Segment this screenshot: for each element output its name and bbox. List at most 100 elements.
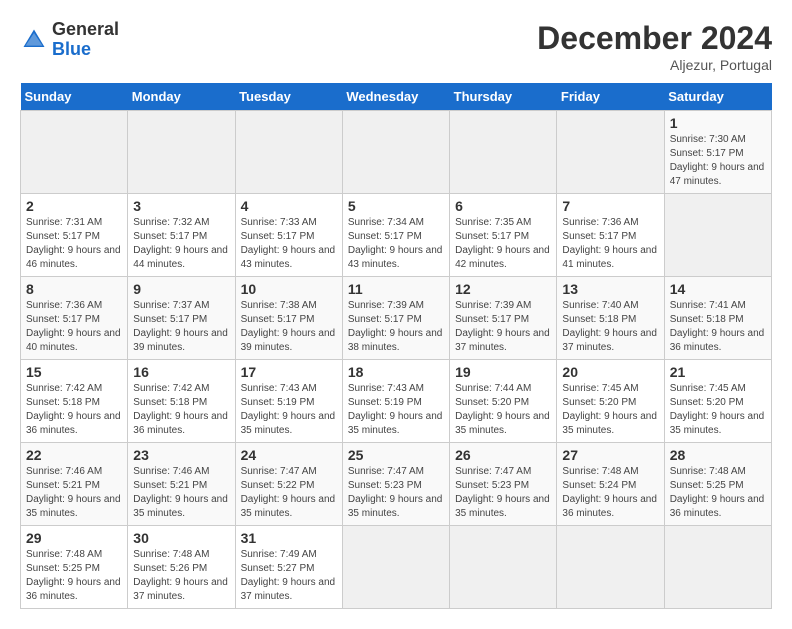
day-number: 1	[670, 115, 766, 131]
calendar-cell: 6 Sunrise: 7:35 AMSunset: 5:17 PMDaylight…	[450, 194, 557, 277]
day-info: Sunrise: 7:48 AMSunset: 5:26 PMDaylight:…	[133, 549, 228, 602]
calendar-cell: 26 Sunrise: 7:47 AMSunset: 5:23 PMDayligh…	[450, 443, 557, 526]
day-number: 11	[348, 281, 444, 297]
calendar-cell: 31 Sunrise: 7:49 AMSunset: 5:27 PMDayligh…	[235, 526, 342, 609]
day-number: 12	[455, 281, 551, 297]
calendar-cell: 22Sunrise: 7:46 AMSunset: 5:21 PMDayligh…	[21, 443, 128, 526]
day-info: Sunrise: 7:37 AMSunset: 5:17 PMDaylight:…	[133, 300, 228, 353]
day-number: 18	[348, 364, 444, 380]
calendar-cell: 19Sunrise: 7:44 AMSunset: 5:20 PMDayligh…	[450, 360, 557, 443]
week-row-1: 1 Sunrise: 7:30 AMSunset: 5:17 PMDaylight…	[21, 111, 772, 194]
calendar-cell	[342, 111, 449, 194]
day-info: Sunrise: 7:39 AMSunset: 5:17 PMDaylight:…	[348, 300, 443, 353]
calendar-cell: 2Sunrise: 7:31 AMSunset: 5:17 PMDaylight…	[21, 194, 128, 277]
day-info: Sunrise: 7:33 AMSunset: 5:17 PMDaylight:…	[241, 217, 336, 270]
weekday-header-thursday: Thursday	[450, 83, 557, 111]
location: Aljezur, Portugal	[537, 57, 772, 73]
calendar-cell	[664, 194, 771, 277]
week-row-2: 2Sunrise: 7:31 AMSunset: 5:17 PMDaylight…	[21, 194, 772, 277]
calendar-cell: 23Sunrise: 7:46 AMSunset: 5:21 PMDayligh…	[128, 443, 235, 526]
day-number: 15	[26, 364, 122, 380]
calendar-cell: 20Sunrise: 7:45 AMSunset: 5:20 PMDayligh…	[557, 360, 664, 443]
weekday-header-row: SundayMondayTuesdayWednesdayThursdayFrid…	[21, 83, 772, 111]
day-info: Sunrise: 7:49 AMSunset: 5:27 PMDaylight:…	[241, 549, 336, 602]
week-row-6: 29 Sunrise: 7:48 AMSunset: 5:25 PMDayligh…	[21, 526, 772, 609]
day-info: Sunrise: 7:41 AMSunset: 5:18 PMDaylight:…	[670, 300, 765, 353]
calendar-cell: 8Sunrise: 7:36 AMSunset: 5:17 PMDaylight…	[21, 277, 128, 360]
calendar-cell	[557, 526, 664, 609]
weekday-header-saturday: Saturday	[664, 83, 771, 111]
day-number: 22	[26, 447, 122, 463]
calendar-cell: 21Sunrise: 7:45 AMSunset: 5:20 PMDayligh…	[664, 360, 771, 443]
day-info: Sunrise: 7:47 AMSunset: 5:23 PMDaylight:…	[348, 466, 443, 519]
calendar-table: SundayMondayTuesdayWednesdayThursdayFrid…	[20, 83, 772, 609]
calendar-cell: 13Sunrise: 7:40 AMSunset: 5:18 PMDayligh…	[557, 277, 664, 360]
calendar-cell: 29 Sunrise: 7:48 AMSunset: 5:25 PMDayligh…	[21, 526, 128, 609]
day-number: 31	[241, 530, 337, 546]
page-header: General Blue December 2024 Aljezur, Port…	[20, 20, 772, 73]
calendar-cell	[664, 526, 771, 609]
day-number: 14	[670, 281, 766, 297]
calendar-cell: 3Sunrise: 7:32 AMSunset: 5:17 PMDaylight…	[128, 194, 235, 277]
day-info: Sunrise: 7:45 AMSunset: 5:20 PMDaylight:…	[670, 383, 765, 436]
calendar-cell: 30 Sunrise: 7:48 AMSunset: 5:26 PMDayligh…	[128, 526, 235, 609]
day-info: Sunrise: 7:43 AMSunset: 5:19 PMDaylight:…	[241, 383, 336, 436]
logo: General Blue	[20, 20, 119, 60]
day-info: Sunrise: 7:48 AMSunset: 5:24 PMDaylight:…	[562, 466, 657, 519]
weekday-header-friday: Friday	[557, 83, 664, 111]
day-number: 27	[562, 447, 658, 463]
day-info: Sunrise: 7:47 AMSunset: 5:23 PMDaylight:…	[455, 466, 550, 519]
month-year: December 2024	[537, 20, 772, 57]
weekday-header-wednesday: Wednesday	[342, 83, 449, 111]
calendar-cell: 9 Sunrise: 7:37 AMSunset: 5:17 PMDaylight…	[128, 277, 235, 360]
calendar-cell: 28Sunrise: 7:48 AMSunset: 5:25 PMDayligh…	[664, 443, 771, 526]
calendar-cell: 17Sunrise: 7:43 AMSunset: 5:19 PMDayligh…	[235, 360, 342, 443]
calendar-cell: 24 Sunrise: 7:47 AMSunset: 5:22 PMDayligh…	[235, 443, 342, 526]
day-info: Sunrise: 7:34 AMSunset: 5:17 PMDaylight:…	[348, 217, 443, 270]
day-info: Sunrise: 7:46 AMSunset: 5:21 PMDaylight:…	[133, 466, 228, 519]
day-info: Sunrise: 7:36 AMSunset: 5:17 PMDaylight:…	[562, 217, 657, 270]
calendar-cell: 11 Sunrise: 7:39 AMSunset: 5:17 PMDayligh…	[342, 277, 449, 360]
week-row-4: 15Sunrise: 7:42 AMSunset: 5:18 PMDayligh…	[21, 360, 772, 443]
calendar-cell: 12 Sunrise: 7:39 AMSunset: 5:17 PMDayligh…	[450, 277, 557, 360]
day-info: Sunrise: 7:35 AMSunset: 5:17 PMDaylight:…	[455, 217, 550, 270]
weekday-header-monday: Monday	[128, 83, 235, 111]
logo-icon	[20, 26, 48, 54]
calendar-cell	[450, 111, 557, 194]
day-number: 8	[26, 281, 122, 297]
day-number: 30	[133, 530, 229, 546]
day-number: 26	[455, 447, 551, 463]
calendar-cell	[21, 111, 128, 194]
calendar-cell	[342, 526, 449, 609]
week-row-3: 8Sunrise: 7:36 AMSunset: 5:17 PMDaylight…	[21, 277, 772, 360]
weekday-header-tuesday: Tuesday	[235, 83, 342, 111]
day-info: Sunrise: 7:40 AMSunset: 5:18 PMDaylight:…	[562, 300, 657, 353]
calendar-cell	[557, 111, 664, 194]
day-info: Sunrise: 7:30 AMSunset: 5:17 PMDaylight:…	[670, 134, 765, 187]
title-block: December 2024 Aljezur, Portugal	[537, 20, 772, 73]
calendar-cell: 14 Sunrise: 7:41 AMSunset: 5:18 PMDayligh…	[664, 277, 771, 360]
calendar-cell: 15Sunrise: 7:42 AMSunset: 5:18 PMDayligh…	[21, 360, 128, 443]
day-number: 25	[348, 447, 444, 463]
day-number: 9	[133, 281, 229, 297]
day-info: Sunrise: 7:39 AMSunset: 5:17 PMDaylight:…	[455, 300, 550, 353]
day-info: Sunrise: 7:43 AMSunset: 5:19 PMDaylight:…	[348, 383, 443, 436]
day-number: 29	[26, 530, 122, 546]
day-info: Sunrise: 7:32 AMSunset: 5:17 PMDaylight:…	[133, 217, 228, 270]
weekday-header-sunday: Sunday	[21, 83, 128, 111]
day-info: Sunrise: 7:47 AMSunset: 5:22 PMDaylight:…	[241, 466, 336, 519]
calendar-cell: 4Sunrise: 7:33 AMSunset: 5:17 PMDaylight…	[235, 194, 342, 277]
calendar-cell: 5Sunrise: 7:34 AMSunset: 5:17 PMDaylight…	[342, 194, 449, 277]
calendar-cell: 10Sunrise: 7:38 AMSunset: 5:17 PMDayligh…	[235, 277, 342, 360]
day-info: Sunrise: 7:48 AMSunset: 5:25 PMDaylight:…	[670, 466, 765, 519]
day-info: Sunrise: 7:48 AMSunset: 5:25 PMDaylight:…	[26, 549, 121, 602]
day-info: Sunrise: 7:44 AMSunset: 5:20 PMDaylight:…	[455, 383, 550, 436]
calendar-cell	[235, 111, 342, 194]
calendar-cell: 25 Sunrise: 7:47 AMSunset: 5:23 PMDayligh…	[342, 443, 449, 526]
calendar-cell: 16Sunrise: 7:42 AMSunset: 5:18 PMDayligh…	[128, 360, 235, 443]
day-number: 24	[241, 447, 337, 463]
calendar-cell: 7Sunrise: 7:36 AMSunset: 5:17 PMDaylight…	[557, 194, 664, 277]
day-number: 16	[133, 364, 229, 380]
calendar-cell	[450, 526, 557, 609]
day-number: 6	[455, 198, 551, 214]
